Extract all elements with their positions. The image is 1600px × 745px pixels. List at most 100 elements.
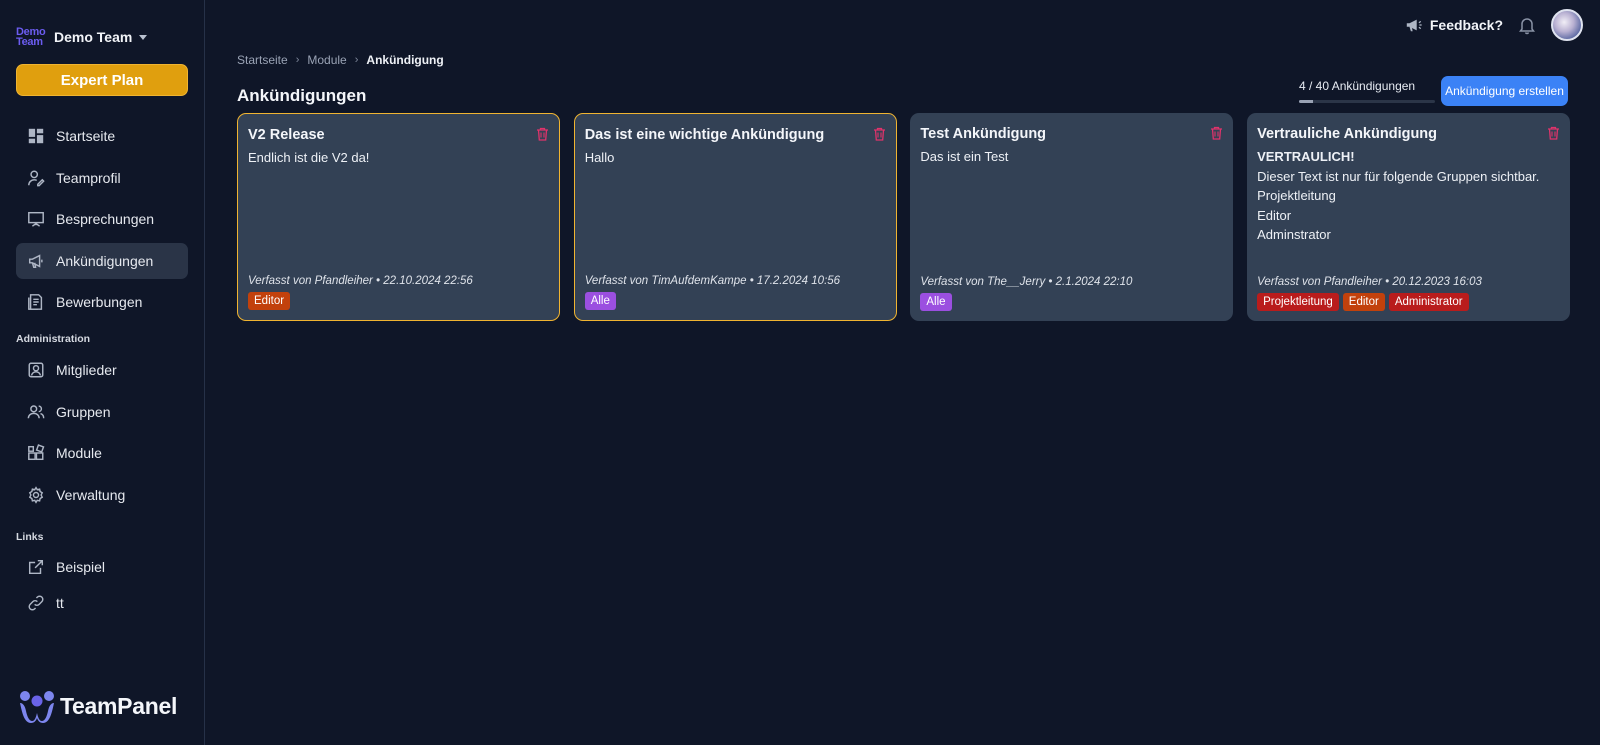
- announcement-card[interactable]: Test Ankündigung Das ist ein Test Verfasst…: [910, 113, 1234, 321]
- admin-nav: Mitglieder Gruppen Module Verwaltung: [16, 352, 188, 518]
- sidebar-item-mitglieder[interactable]: Mitglieder: [16, 352, 188, 388]
- dashboard-icon: [26, 126, 46, 146]
- expert-plan-button[interactable]: Expert Plan: [16, 64, 188, 96]
- megaphone-icon: [1406, 19, 1422, 32]
- sidebar-item-startseite[interactable]: Startseite: [16, 118, 188, 154]
- announcement-meta: Verfasst von The__Jerry • 2.1.2024 22:10: [920, 276, 1133, 288]
- breadcrumb-startseite[interactable]: Startseite: [237, 53, 288, 67]
- announcement-strong-line: VERTRAULICH!: [1257, 149, 1355, 164]
- teampanel-logo-icon: [20, 691, 54, 723]
- brand-logo: TeamPanel: [18, 688, 177, 724]
- avatar[interactable]: [1551, 9, 1583, 41]
- group-tag: Administrator: [1388, 293, 1469, 311]
- sidebar-item-teamprofil[interactable]: Teamprofil: [16, 160, 188, 196]
- sidebar-item-module[interactable]: Module: [16, 435, 188, 471]
- sidebar-item-verwaltung[interactable]: Verwaltung: [16, 477, 188, 513]
- announcement-line: Projektleitung: [1257, 188, 1336, 203]
- announcement-title: Vertrauliche Ankündigung: [1257, 126, 1438, 142]
- sidebar-item-label: Teamprofil: [56, 169, 121, 186]
- sidebar-link-beispiel[interactable]: Beispiel: [16, 549, 188, 585]
- team-name: Demo Team: [54, 29, 133, 45]
- application-icon: [26, 292, 46, 312]
- announcement-card[interactable]: Vertrauliche Ankündigung VERTRAULICH! Dies…: [1247, 113, 1571, 321]
- announcement-title: Das ist eine wichtige Ankündigung: [584, 127, 825, 143]
- group-tag: Alle: [920, 293, 952, 311]
- sidebar-item-label: tt: [56, 595, 64, 611]
- main-nav: Startseite Teamprofil Besprechungen Ankü…: [16, 118, 188, 326]
- team-switcher[interactable]: Demo Team Demo Team: [16, 24, 148, 50]
- announcement-line: Das ist ein Test: [920, 149, 1009, 164]
- team-logo: Demo Team: [16, 24, 48, 50]
- sidebar-item-label: Gruppen: [56, 403, 111, 420]
- sidebar-item-label: Startseite: [56, 128, 116, 144]
- link-icon: [26, 593, 46, 613]
- counter-progress-fill: [1299, 100, 1313, 103]
- header-actions: Feedback?: [1405, 9, 1583, 41]
- gear-icon: [26, 485, 46, 505]
- announcement-body: Das ist ein Test: [920, 147, 1223, 167]
- announcement-tags: Editor: [248, 292, 473, 310]
- sidebar-item-label: Beispiel: [56, 559, 106, 575]
- chevron-right-icon: ›: [295, 54, 300, 66]
- announcement-tags: Alle: [920, 293, 1132, 311]
- presentation-icon: [26, 209, 46, 229]
- group-tag: Alle: [584, 292, 616, 310]
- trash-icon[interactable]: [873, 127, 886, 141]
- section-label-links: Links: [16, 531, 44, 543]
- sidebar-item-bewerbungen[interactable]: Bewerbungen: [16, 284, 188, 320]
- announcement-meta: Verfasst von TimAufdemKampe • 17.2.2024 …: [584, 275, 841, 287]
- external-link-icon: [26, 557, 46, 577]
- announcement-footer: Verfasst von TimAufdemKampe • 17.2.2024 …: [584, 275, 841, 310]
- chevron-right-icon: ›: [354, 54, 359, 66]
- sidebar-item-label: Module: [56, 445, 102, 461]
- bell-icon[interactable]: [1517, 15, 1537, 35]
- modules-icon: [26, 443, 46, 463]
- breadcrumb-module[interactable]: Module: [307, 53, 346, 67]
- feedback-button[interactable]: Feedback?: [1405, 16, 1503, 34]
- sidebar-item-ankuendigungen[interactable]: Ankündigungen: [16, 242, 188, 279]
- page-title: Ankündigungen: [237, 86, 367, 105]
- sidebar-item-label: Mitglieder: [56, 362, 117, 378]
- brand-name: TeamPanel: [60, 692, 178, 719]
- create-announcement-button[interactable]: Ankündigung erstellen: [1441, 76, 1568, 106]
- group-tag: Editor: [248, 292, 291, 310]
- announcement-counter: 4 / 40 Ankündigungen: [1299, 79, 1435, 103]
- trash-icon[interactable]: [536, 127, 549, 141]
- announcement-body: Endlich ist die V2 da!: [248, 148, 549, 168]
- sidebar-item-label: Bewerbungen: [56, 294, 143, 310]
- sidebar-item-label: Besprechungen: [56, 211, 155, 227]
- announcement-title: Test Ankündigung: [920, 126, 1047, 142]
- announcement-card[interactable]: V2 Release Endlich ist die V2 da! Verfasst…: [237, 113, 560, 321]
- announcement-line: Adminstrator: [1257, 227, 1331, 242]
- announcement-tags: Alle: [584, 292, 840, 310]
- team-logo-line2: Team: [16, 36, 43, 48]
- announcement-footer: Verfasst von Pfandleiher • 22.10.2024 22…: [248, 275, 473, 310]
- group-tag: Projektleitung: [1257, 293, 1339, 311]
- sidebar-item-besprechungen[interactable]: Besprechungen: [16, 201, 188, 237]
- group-tag: Editor: [1342, 293, 1385, 311]
- sidebar-link-tt[interactable]: tt: [16, 585, 188, 621]
- breadcrumb-current: Ankündigung: [366, 53, 444, 67]
- announcement-card[interactable]: Das ist eine wichtige Ankündigung Hallo Ve…: [573, 113, 897, 321]
- section-label-administration: Administration: [16, 333, 91, 345]
- links-nav: Beispiel tt: [16, 549, 188, 627]
- sidebar-item-label: Verwaltung: [56, 486, 126, 503]
- sidebar: Demo Team Demo Team Expert Plan Startsei…: [0, 0, 205, 745]
- trash-icon[interactable]: [1210, 126, 1223, 140]
- sidebar-item-label: Ankündigungen: [56, 252, 154, 269]
- announcement-tags: Projektleitung Editor Administrator: [1257, 293, 1482, 311]
- announcement-title: V2 Release: [248, 127, 325, 143]
- announcement-footer: Verfasst von The__Jerry • 2.1.2024 22:10…: [920, 276, 1132, 311]
- announcement-meta: Verfasst von Pfandleiher • 22.10.2024 22…: [248, 275, 473, 287]
- announcement-body: VERTRAULICH! Dieser Text ist nur für folg…: [1257, 147, 1560, 245]
- announcement-meta: Verfasst von Pfandleiher • 20.12.2023 16…: [1257, 276, 1482, 288]
- member-card-icon: [26, 360, 46, 380]
- announcement-line: Endlich ist die V2 da!: [248, 150, 370, 165]
- chevron-down-icon: [139, 34, 148, 40]
- counter-text: 4 / 40 Ankündigungen: [1299, 79, 1416, 93]
- user-edit-icon: [26, 168, 46, 188]
- announcement-line: Dieser Text ist nur für folgende Gruppen…: [1257, 168, 1540, 184]
- trash-icon[interactable]: [1547, 126, 1560, 140]
- sidebar-item-gruppen[interactable]: Gruppen: [16, 394, 188, 430]
- announcement-line: Editor: [1257, 207, 1292, 223]
